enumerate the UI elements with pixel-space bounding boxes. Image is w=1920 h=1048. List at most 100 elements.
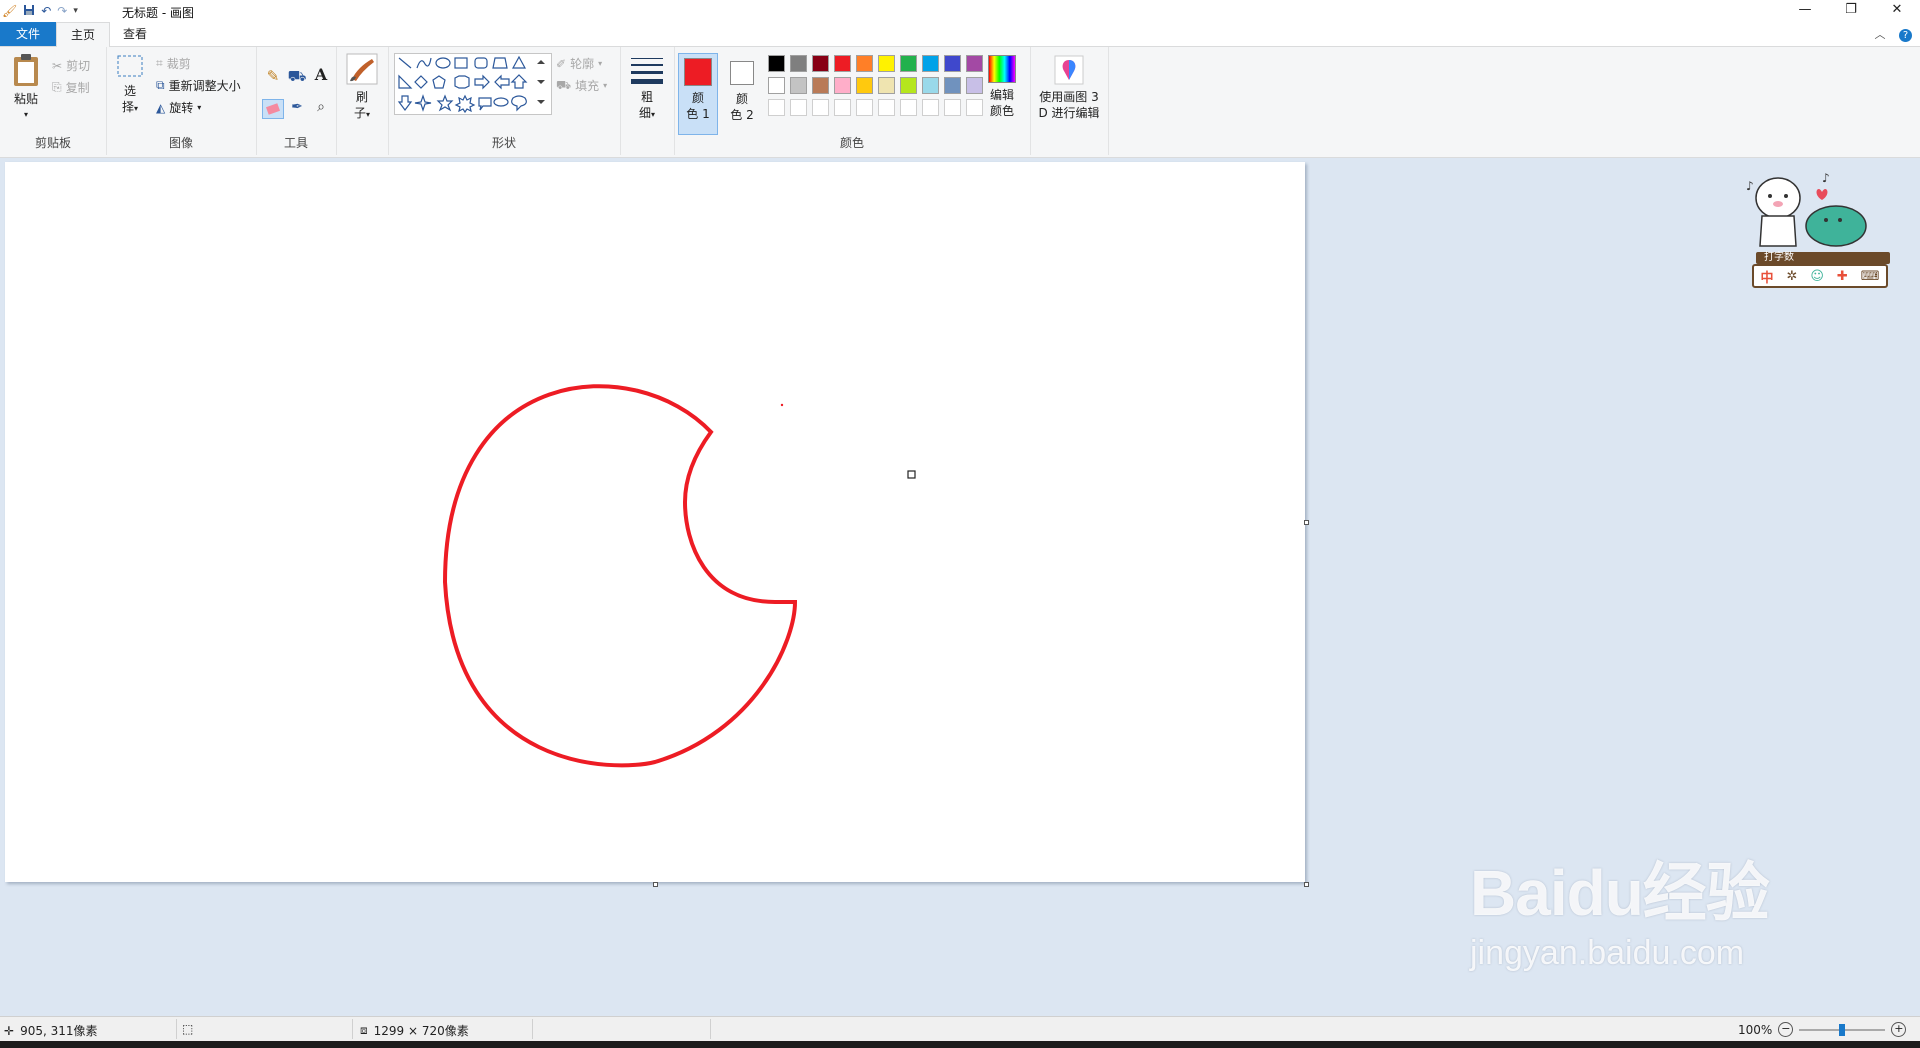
- color-picker-icon[interactable]: ✒: [286, 99, 308, 121]
- palette-swatch[interactable]: [966, 55, 983, 72]
- paste-button[interactable]: 粘贴 ▾: [8, 53, 44, 123]
- size-button[interactable]: 粗 细▾: [628, 55, 666, 123]
- palette-swatch[interactable]: [834, 55, 851, 72]
- redo-icon[interactable]: ↷: [57, 4, 67, 18]
- select-button[interactable]: 选 择▾: [114, 53, 146, 117]
- palette-swatch[interactable]: [900, 55, 917, 72]
- paint3d-icon: [1054, 55, 1084, 85]
- eraser-icon[interactable]: [262, 99, 284, 119]
- palette-swatch[interactable]: [812, 55, 829, 72]
- collapse-ribbon-icon[interactable]: ︿: [1875, 28, 1886, 41]
- ime-settings-icon[interactable]: ✲: [1786, 269, 1797, 284]
- resize-icon: ⧉: [156, 78, 165, 92]
- zoom-controls: 100% − +: [1738, 1022, 1907, 1037]
- palette-swatch[interactable]: [944, 99, 961, 116]
- palette-swatch[interactable]: [900, 99, 917, 116]
- zoom-slider-thumb[interactable]: [1839, 1023, 1846, 1036]
- palette-swatch[interactable]: [790, 77, 807, 94]
- palette-swatch[interactable]: [944, 55, 961, 72]
- copy-button[interactable]: ⎘ 复制: [52, 79, 90, 96]
- selection-size: ⬚: [182, 1022, 193, 1036]
- paint-app-icon[interactable]: 🖌: [2, 4, 17, 18]
- undo-icon[interactable]: ↶: [41, 4, 51, 18]
- ime-label: 打字数: [1756, 252, 1890, 264]
- palette-swatch[interactable]: [812, 77, 829, 94]
- resize-button[interactable]: ⧉ 重新调整大小: [156, 77, 241, 94]
- palette-swatch[interactable]: [834, 77, 851, 94]
- palette-swatch[interactable]: [922, 55, 939, 72]
- crop-button[interactable]: ⌗ 裁剪: [156, 55, 191, 72]
- ime-add-icon[interactable]: ✚: [1837, 269, 1848, 284]
- cursor-position: ✛ 905, 311像素: [4, 1022, 98, 1039]
- zoom-out-icon[interactable]: −: [1778, 1022, 1794, 1037]
- close-button[interactable]: ✕: [1874, 0, 1920, 22]
- palette-swatch[interactable]: [768, 99, 785, 116]
- resize-handle-bottom[interactable]: [653, 882, 658, 887]
- help-icon[interactable]: ?: [1899, 29, 1912, 42]
- rotate-button[interactable]: ◭ 旋转 ▾: [156, 99, 201, 116]
- edit-colors-button[interactable]: 编辑 颜色: [982, 55, 1022, 119]
- palette-swatch[interactable]: [922, 77, 939, 94]
- palette-swatch[interactable]: [878, 55, 895, 72]
- palette-swatch[interactable]: [856, 55, 873, 72]
- eraser-cursor: [907, 470, 916, 479]
- palette-swatch[interactable]: [900, 77, 917, 94]
- ime-toolbar[interactable]: 中 ✲ ☺ ✚ ⌨: [1752, 264, 1888, 288]
- color1-button[interactable]: 颜 色 1: [678, 53, 718, 135]
- title-bar: 🖌 ↶ ↷ ▾ 无标题 - 画图 — ❐ ✕: [0, 0, 1920, 22]
- shapes-gallery-icons[interactable]: [395, 54, 551, 114]
- size-dropdown-icon[interactable]: ▾: [651, 110, 655, 119]
- palette-swatch[interactable]: [878, 99, 895, 116]
- customize-quick-access-icon[interactable]: ▾: [73, 6, 78, 16]
- fill-button[interactable]: ⛟ 填充 ▾: [556, 77, 607, 94]
- pencil-icon[interactable]: ✎: [262, 67, 284, 89]
- palette-swatch[interactable]: [856, 99, 873, 116]
- palette-swatch[interactable]: [812, 99, 829, 116]
- text-tool-icon[interactable]: A: [310, 65, 332, 87]
- minimize-button[interactable]: —: [1782, 0, 1828, 22]
- brushes-button[interactable]: 刷 子▾: [342, 53, 382, 123]
- drawing-canvas[interactable]: [5, 162, 1305, 882]
- palette-swatch[interactable]: [856, 77, 873, 94]
- resize-handle-right[interactable]: [1304, 520, 1309, 525]
- magnifier-icon[interactable]: ⌕: [310, 99, 332, 121]
- palette-swatch[interactable]: [922, 99, 939, 116]
- ime-skin-icon[interactable]: ☺: [1810, 269, 1824, 284]
- tab-file[interactable]: 文件: [0, 22, 56, 46]
- resize-label: 重新调整大小: [168, 79, 241, 93]
- zoom-in-icon[interactable]: +: [1891, 1022, 1907, 1037]
- ime-overlay: ♪ ♪ 打字数 中 ✲ ☺ ✚ ⌨: [1742, 168, 1892, 290]
- select-dropdown-icon[interactable]: ▾: [134, 104, 138, 113]
- cut-button[interactable]: ✂ 剪切: [52, 57, 90, 74]
- palette-swatch[interactable]: [768, 77, 785, 94]
- edit-with-paint3d-button[interactable]: 使用画图 3 D 进行编辑: [1032, 55, 1106, 121]
- palette-swatch[interactable]: [878, 77, 895, 94]
- tab-view[interactable]: 查看: [110, 22, 160, 46]
- ime-keyboard-icon[interactable]: ⌨: [1861, 269, 1880, 284]
- palette-swatch[interactable]: [768, 55, 785, 72]
- status-bar: ✛ 905, 311像素 ⬚ ⧈ 1299 × 720像素 100% − +: [0, 1016, 1920, 1041]
- palette-swatch[interactable]: [790, 55, 807, 72]
- palette-swatch[interactable]: [944, 77, 961, 94]
- select-label-top: 选: [123, 84, 136, 98]
- color2-button[interactable]: 颜 色 2: [722, 53, 762, 135]
- palette-swatch[interactable]: [790, 99, 807, 116]
- rotate-dropdown-icon[interactable]: ▾: [197, 103, 201, 112]
- resize-handle-corner[interactable]: [1304, 882, 1309, 887]
- fill-dropdown-icon[interactable]: ▾: [603, 81, 607, 90]
- quick-access-toolbar: 🖌 ↶ ↷ ▾: [2, 2, 84, 20]
- ime-mode-label[interactable]: 中: [1760, 267, 1773, 286]
- zoom-slider[interactable]: [1799, 1023, 1886, 1036]
- paste-dropdown-icon[interactable]: ▾: [8, 107, 44, 123]
- tools-group-label: 工具: [283, 136, 308, 150]
- outline-dropdown-icon[interactable]: ▾: [598, 59, 602, 68]
- restore-button[interactable]: ❐: [1828, 0, 1874, 22]
- tab-home[interactable]: 主页: [56, 22, 110, 47]
- palette-swatch[interactable]: [966, 77, 983, 94]
- palette-swatch[interactable]: [834, 99, 851, 116]
- palette-swatch[interactable]: [966, 99, 983, 116]
- save-icon[interactable]: [23, 4, 35, 19]
- outline-button[interactable]: ✐ 轮廓 ▾: [556, 55, 602, 72]
- brushes-dropdown-icon[interactable]: ▾: [366, 110, 370, 119]
- fill-bucket-icon[interactable]: ⛟: [286, 67, 308, 89]
